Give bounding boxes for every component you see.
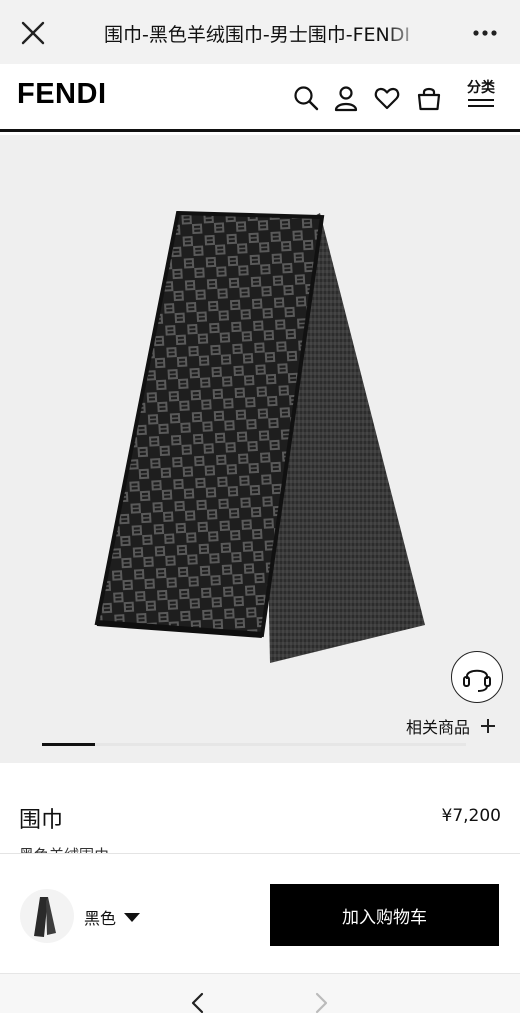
gallery-pagination <box>42 743 478 746</box>
gallery-dot[interactable] <box>42 743 95 746</box>
browser-page-title: 围巾-黑色羊绒围巾-男士围巾-FENDI <box>104 24 410 46</box>
more-options-icon[interactable] <box>472 21 498 45</box>
forward-arrow-icon[interactable] <box>312 992 330 1013</box>
gallery-dot[interactable] <box>254 743 307 746</box>
gallery-dot[interactable] <box>307 743 360 746</box>
add-to-cart-button[interactable]: 加入购物车 <box>270 884 499 946</box>
related-products-label: 相关商品 <box>406 718 471 737</box>
gallery-dot[interactable] <box>201 743 254 746</box>
color-selector[interactable]: 黑色 <box>84 905 141 929</box>
browser-title-bar: 围巾-黑色羊绒围巾-男士围巾-FENDI <box>0 0 520 64</box>
color-swatch-thumbnail[interactable] <box>20 889 74 943</box>
product-price: ¥7,200 <box>441 806 501 826</box>
browser-bottom-nav <box>0 973 520 1013</box>
caret-down-icon <box>124 912 141 922</box>
back-arrow-icon[interactable] <box>189 992 207 1013</box>
selected-color-label: 黑色 <box>84 909 117 928</box>
gallery-dot[interactable] <box>413 743 466 746</box>
headset-icon <box>462 669 491 692</box>
product-name: 围巾 <box>19 808 64 833</box>
menu-lines-icon <box>468 99 494 111</box>
plus-icon <box>480 718 496 734</box>
scarf-product-image <box>94 210 425 663</box>
site-header: FENDI 分类 <box>0 64 520 132</box>
close-icon[interactable] <box>20 20 46 46</box>
category-menu-button[interactable]: 分类 <box>466 80 496 114</box>
scarf-thumbnail-image <box>34 897 56 937</box>
purchase-action-bar: 黑色 加入购物车 <box>0 853 520 973</box>
gallery-dot[interactable] <box>95 743 148 746</box>
category-label: 分类 <box>467 80 495 96</box>
search-icon[interactable] <box>292 84 320 112</box>
product-image-gallery[interactable]: 相关商品 <box>0 135 520 763</box>
wishlist-heart-icon[interactable] <box>373 84 401 112</box>
customer-service-button[interactable] <box>451 651 503 703</box>
gallery-dot[interactable] <box>148 743 201 746</box>
gallery-dot[interactable] <box>360 743 413 746</box>
account-icon[interactable] <box>332 84 360 112</box>
related-products-toggle[interactable]: 相关商品 <box>406 714 496 738</box>
shopping-bag-icon[interactable] <box>415 84 443 112</box>
fendi-logo[interactable]: FENDI <box>17 78 107 111</box>
